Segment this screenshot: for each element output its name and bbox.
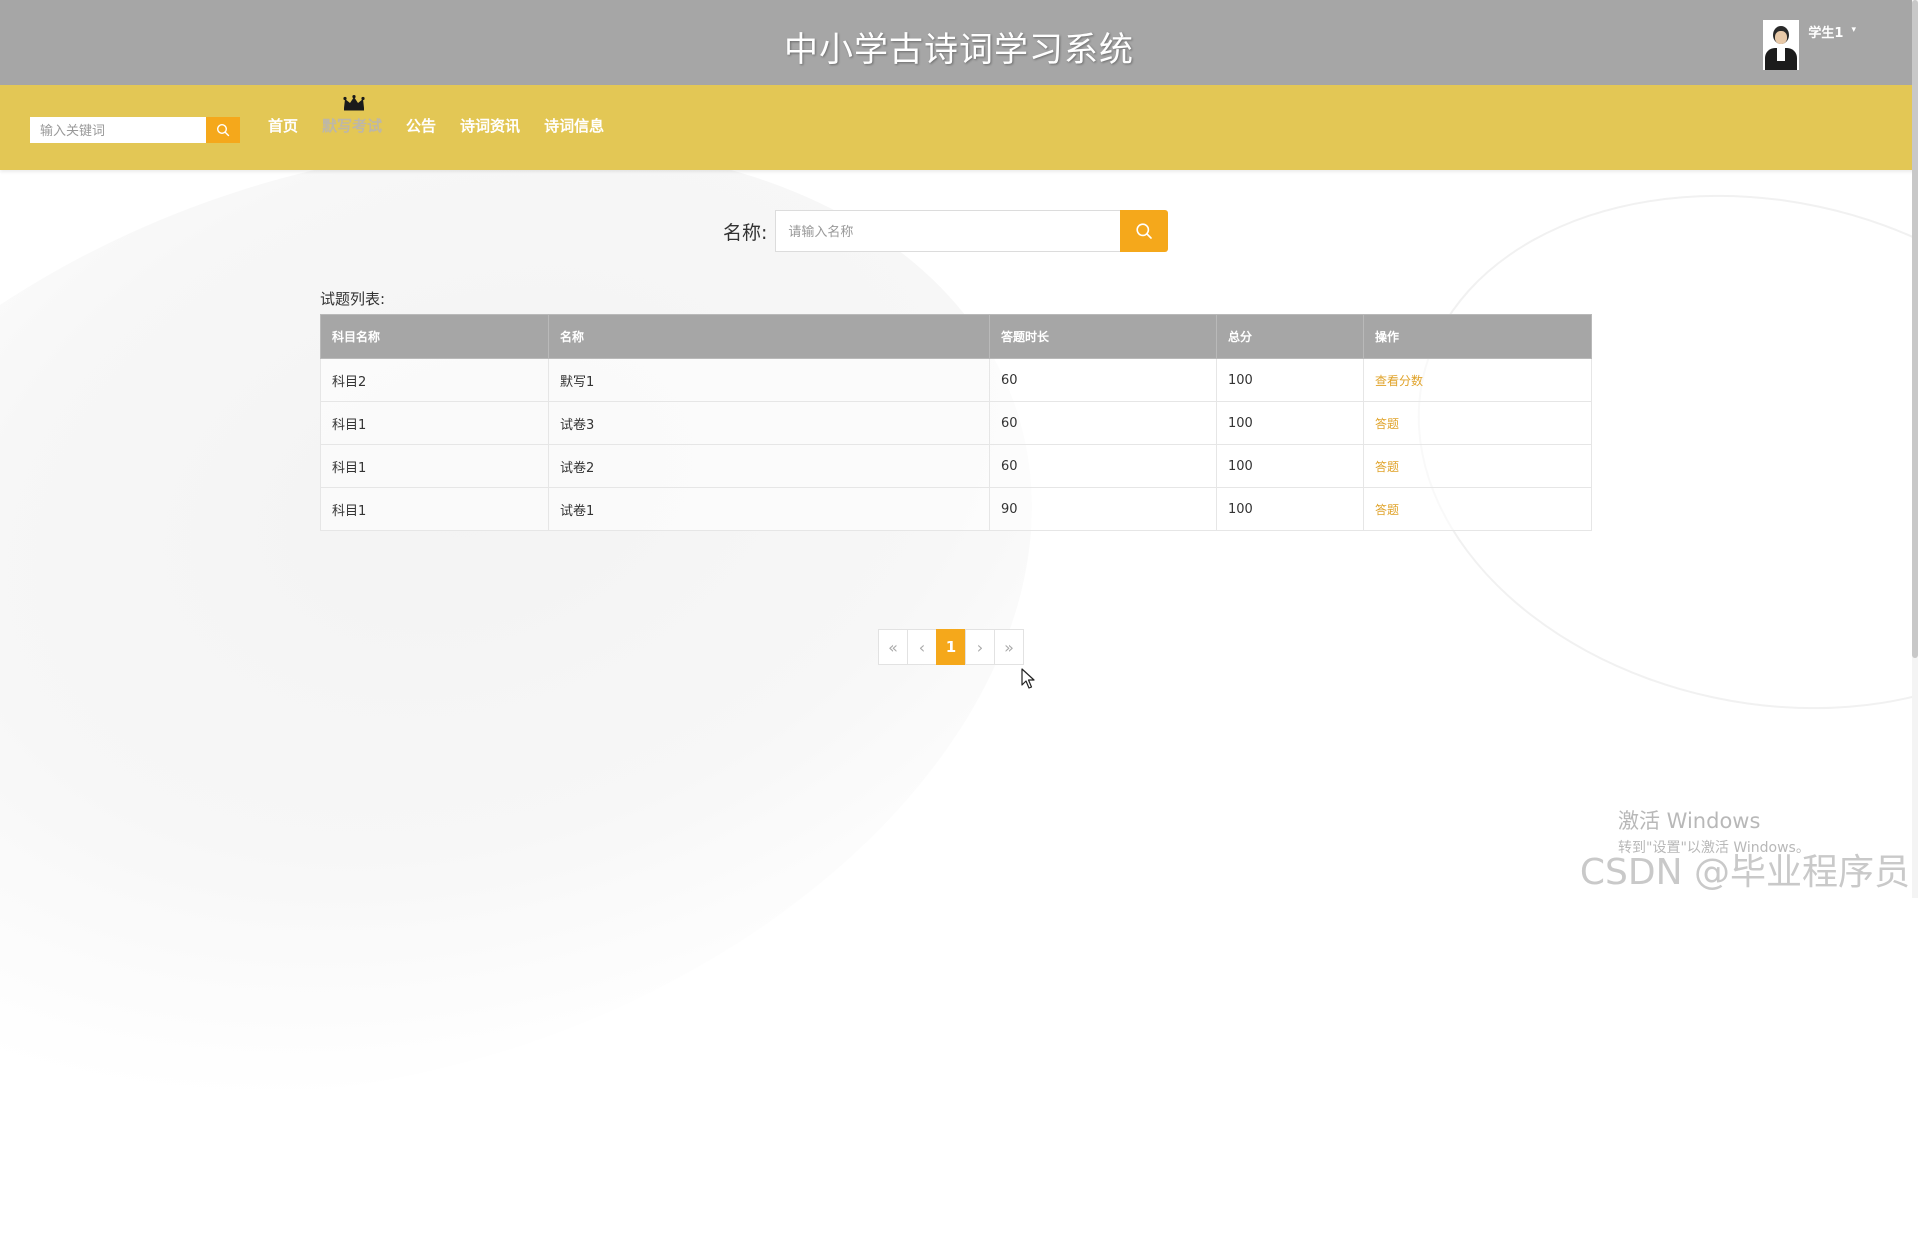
last-page-button[interactable]: »	[994, 629, 1024, 665]
csdn-watermark: CSDN @毕业程序员	[1579, 852, 1910, 893]
nav-item-notice[interactable]: 公告	[406, 115, 436, 136]
column-header-duration: 答题时长	[989, 314, 1217, 359]
nav-search-button[interactable]	[206, 117, 240, 143]
column-header-score: 总分	[1216, 314, 1364, 359]
top-header: 中小学古诗词学习系统 学生1 ▾	[0, 0, 1918, 85]
nav-bar: 首页 默写考试 公告 诗词资讯 诗词信息	[0, 85, 1918, 170]
list-title: 试题列表:	[320, 290, 386, 308]
cell-name: 试卷3	[548, 401, 990, 445]
nav-item-poetry-info[interactable]: 诗词信息	[544, 115, 604, 136]
cell-subject: 科目1	[320, 444, 549, 488]
scrollbar-thumb[interactable]	[1912, 0, 1918, 658]
cell-name: 默写1	[548, 358, 990, 402]
table-header-row: 科目名称 名称 答题时长 总分 操作	[320, 314, 1592, 359]
table-row: 科目1 试卷1 90 100 答题	[320, 487, 1592, 531]
filter-label: 名称:	[723, 221, 768, 244]
first-page-button[interactable]: «	[878, 629, 908, 665]
cell-duration: 60	[989, 401, 1217, 445]
search-icon	[216, 123, 230, 137]
cell-score: 100	[1216, 358, 1364, 402]
name-search-button[interactable]	[1120, 210, 1169, 252]
cell-duration: 60	[989, 444, 1217, 488]
table-row: 科目1 试卷3 60 100 答题	[320, 401, 1592, 445]
chevron-down-icon[interactable]: ▾	[1851, 25, 1856, 35]
answer-link[interactable]: 答题	[1363, 444, 1592, 488]
column-header-subject: 科目名称	[320, 314, 549, 359]
page-button-current[interactable]: 1	[936, 629, 966, 665]
cell-duration: 90	[989, 487, 1217, 531]
page-scrollbar[interactable]	[1912, 0, 1918, 898]
nav-menu: 首页 默写考试 公告 诗词资讯 诗词信息	[268, 95, 628, 136]
site-title: 中小学古诗词学习系统	[784, 30, 1134, 70]
watermark-line-1: 激活 Windows	[1618, 809, 1761, 833]
avatar[interactable]	[1763, 20, 1800, 70]
username[interactable]: 学生1	[1808, 22, 1843, 41]
cell-subject: 科目1	[320, 487, 549, 531]
cell-score: 100	[1216, 444, 1364, 488]
cell-duration: 60	[989, 358, 1217, 402]
answer-link[interactable]: 答题	[1363, 401, 1592, 445]
nav-item-dictation-exam[interactable]: 默写考试	[322, 95, 383, 136]
search-icon	[1136, 223, 1153, 239]
column-header-name: 名称	[548, 314, 990, 359]
prev-page-button[interactable]: ‹	[907, 629, 937, 665]
nav-search-input[interactable]	[30, 117, 206, 143]
exam-table: 科目名称 名称 答题时长 总分 操作 科目2 默写1 60 100 查看分数 科…	[320, 314, 1592, 531]
cell-score: 100	[1216, 487, 1364, 531]
nav-search	[30, 117, 240, 143]
table-row: 科目1 试卷2 60 100 答题	[320, 444, 1592, 488]
cell-subject: 科目2	[320, 358, 549, 402]
pagination: « ‹ 1 › »	[878, 629, 1024, 665]
mouse-cursor-icon	[1021, 668, 1035, 689]
nav-item-home[interactable]: 首页	[268, 115, 298, 136]
user-menu[interactable]: 学生1 ▾	[1763, 20, 1856, 70]
crown-icon	[343, 95, 365, 111]
answer-link[interactable]: 答题	[1363, 487, 1592, 531]
table-row: 科目2 默写1 60 100 查看分数	[320, 358, 1592, 402]
column-header-action: 操作	[1363, 314, 1592, 359]
nav-item-label: 默写考试	[322, 117, 383, 135]
cell-name: 试卷2	[548, 444, 990, 488]
cell-name: 试卷1	[548, 487, 990, 531]
nav-item-poetry-news[interactable]: 诗词资讯	[460, 115, 520, 136]
cell-subject: 科目1	[320, 401, 549, 445]
name-filter: 名称:	[723, 210, 1169, 252]
next-page-button[interactable]: ›	[965, 629, 995, 665]
cell-score: 100	[1216, 401, 1364, 445]
name-search-input[interactable]	[775, 210, 1121, 252]
view-score-link[interactable]: 查看分数	[1363, 358, 1592, 402]
